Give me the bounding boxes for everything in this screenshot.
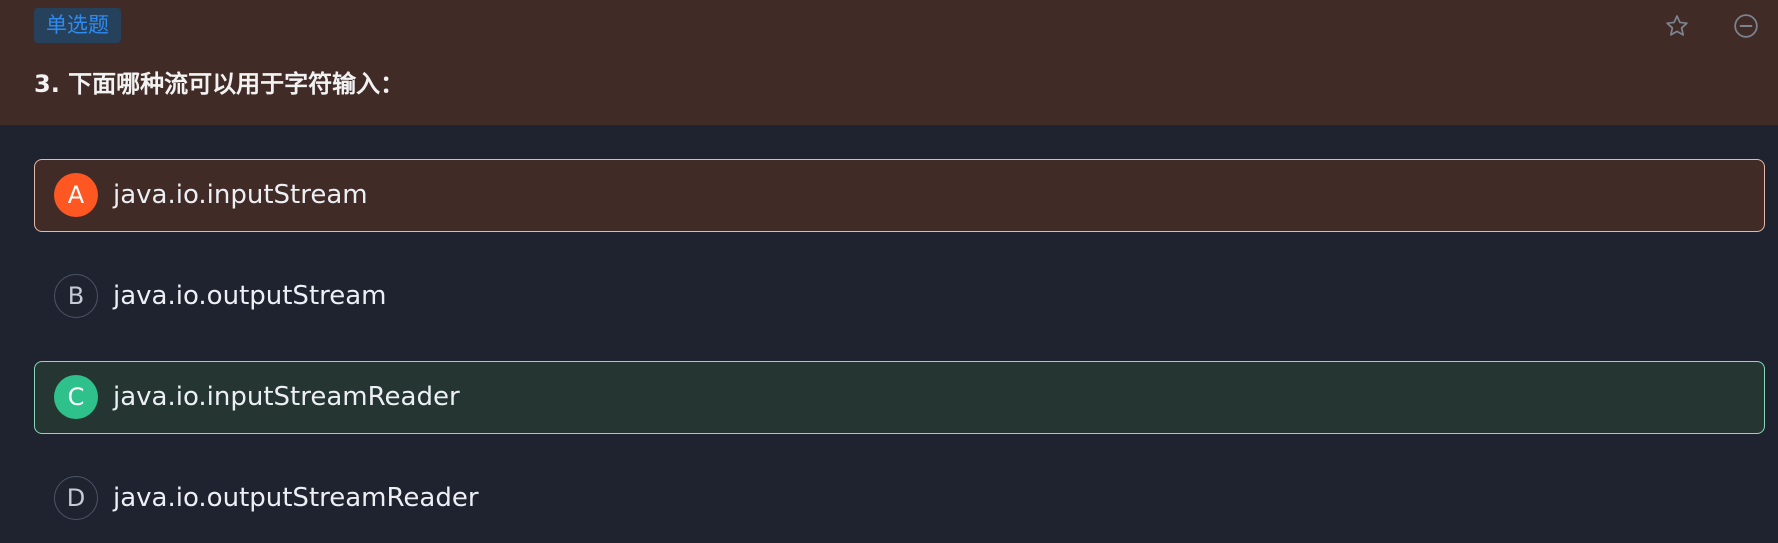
option-d[interactable]: D java.io.outputStreamReader: [34, 462, 1765, 535]
option-text: java.io.inputStreamReader: [113, 382, 460, 412]
favorite-button[interactable]: [1662, 11, 1692, 41]
option-text: java.io.outputStream: [113, 281, 387, 311]
question-type-tag: 单选题: [34, 8, 121, 43]
collapse-button[interactable]: [1731, 11, 1761, 41]
question-header: 单选题 3. 下面哪种流可以用于字符输入：: [0, 0, 1778, 125]
question-title: 3. 下面哪种流可以用于字符输入：: [34, 70, 405, 98]
option-a[interactable]: A java.io.inputStream: [34, 159, 1765, 232]
option-b[interactable]: B java.io.outputStream: [34, 260, 1765, 333]
option-letter-badge: B: [54, 274, 98, 318]
option-letter-badge: D: [54, 476, 98, 520]
option-c[interactable]: C java.io.inputStreamReader: [34, 361, 1765, 434]
option-text: java.io.inputStream: [113, 180, 368, 210]
option-text: java.io.outputStreamReader: [113, 483, 479, 513]
option-letter-badge: A: [54, 173, 98, 217]
option-letter-badge: C: [54, 375, 98, 419]
question-card: 单选题 3. 下面哪种流可以用于字符输入： A java.io.inputStr…: [0, 0, 1778, 543]
star-icon: [1666, 15, 1688, 36]
minus-circle-icon: [1734, 14, 1758, 38]
